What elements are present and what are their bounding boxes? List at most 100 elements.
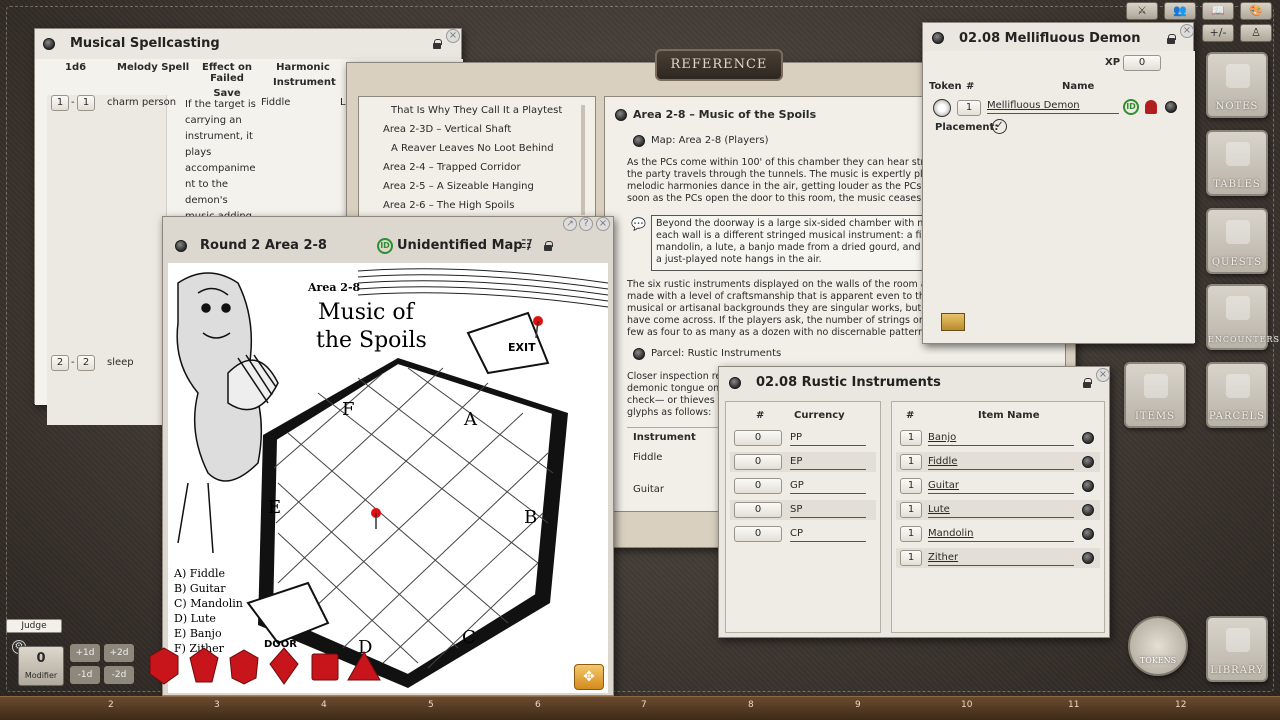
toc-item[interactable]: A Reaver Leaves No Loot Behind [391,143,554,154]
xp-field[interactable]: 0 [1123,55,1161,71]
map-link[interactable]: Map: Area 2-8 (Players) [651,135,769,146]
currency-code[interactable]: EP [790,456,866,470]
d12-icon [230,650,258,684]
lock-icon[interactable] [433,39,441,49]
item-count-field[interactable]: 1 [900,526,922,542]
hotkey-bar[interactable]: 2 3 4 5 6 7 8 9 10 11 12 [0,696,1280,720]
wall-label: E [268,497,281,518]
window-menu-icon[interactable] [175,240,187,252]
add-die-button[interactable]: +1d [70,644,100,662]
parcel-link[interactable]: Parcel: Rustic Instruments [651,348,781,359]
help-icon[interactable]: ? [579,217,593,231]
toc-item[interactable]: Area 2-6 – The High Spoils [383,200,514,211]
modifier-toggle-button[interactable]: +/- [1202,24,1234,42]
item-name-link[interactable]: Banjo [928,432,1074,446]
currency-amount-field[interactable]: 0 [734,478,782,494]
item-link-icon[interactable] [1082,456,1094,468]
currency-code[interactable]: PP [790,432,866,446]
item-link-icon[interactable] [1082,480,1094,492]
sidebar-library[interactable]: LIBRARY [1206,616,1268,682]
tool-book-icon[interactable]: 📖 [1202,2,1234,20]
map-canvas[interactable]: Area 2-8 Music of the Spoils EXIT F A [168,263,608,693]
parcel-link-icon[interactable] [633,348,645,360]
sidebar-tables[interactable]: TABLES [1206,130,1268,196]
toc-item[interactable]: Area 2-4 – Trapped Corridor [383,162,521,173]
map-zoom-icon[interactable]: ✥ [574,664,604,690]
item-count-field[interactable]: 1 [900,502,922,518]
item-name-link[interactable]: Guitar [928,480,1074,494]
range-to[interactable]: 1 [77,95,95,111]
sidebar-items[interactable]: ITEMS [1124,362,1186,428]
toc-item[interactable]: Area 2-3D – Vertical Shaft [383,124,511,135]
sidebar-encounters[interactable]: ENCOUNTERS [1206,284,1268,350]
lock-icon[interactable] [544,241,552,251]
range-from[interactable]: 1 [51,95,69,111]
close-icon[interactable]: × [1096,368,1110,382]
remove-two-dice-button[interactable]: -2d [104,666,134,684]
toc-item[interactable]: Area 2-5 – A Sizeable Hanging [383,181,534,192]
item-name-link[interactable]: Mandolin [928,528,1074,542]
item-count-field[interactable]: 1 [900,478,922,494]
toc-item[interactable]: That Is Why They Call It a Playtest [391,105,562,116]
currency-code[interactable]: CP [790,528,866,542]
modifier-box[interactable]: 0 Modifier [18,646,64,686]
tokens-button[interactable]: TOKENS [1128,616,1188,676]
window-menu-icon[interactable] [43,38,55,50]
item-count-field[interactable]: 1 [900,454,922,470]
sidebar-parcels[interactable]: PARCELS [1206,362,1268,428]
map-tools-icon[interactable]: ☷ [521,237,532,251]
tool-combat-icon[interactable]: ⚔ [1126,2,1158,20]
currency-code[interactable]: GP [790,480,866,494]
lock-icon[interactable] [1083,378,1091,388]
envelope-icon[interactable] [941,313,965,331]
placement-check-icon[interactable]: ✓ [992,119,1007,134]
currency-amount-field[interactable]: 0 [734,502,782,518]
item-count-field[interactable]: 1 [900,550,922,566]
item-link-icon[interactable] [1082,432,1094,444]
currency-amount-field[interactable]: 0 [734,454,782,470]
speech-icon[interactable]: 💬 [631,217,646,231]
currency-amount-field[interactable]: 0 [734,526,782,542]
map-name[interactable]: Unidentified Map / [397,238,532,253]
item-name-link[interactable]: Zither [928,552,1074,566]
range-from[interactable]: 2 [51,355,69,371]
item-name-link[interactable]: Lute [928,504,1074,518]
close-icon[interactable]: × [446,29,460,43]
faction-icon[interactable] [1145,100,1157,114]
tool-color-icon[interactable]: 🎨 [1240,2,1272,20]
add-two-dice-button[interactable]: +2d [104,644,134,662]
npc-link-icon[interactable] [1165,101,1177,113]
map-heading: Music of [318,300,416,325]
token-icon[interactable] [933,99,951,117]
remove-die-button[interactable]: -1d [70,666,100,684]
close-icon[interactable]: × [596,217,610,231]
item-count-field[interactable]: 1 [900,430,922,446]
identity-label[interactable]: Judge [6,619,62,633]
npc-name-field[interactable]: Mellifluous Demon [987,100,1119,114]
resize-icon[interactable]: ↗ [563,217,577,231]
currency-code[interactable]: SP [790,504,866,518]
identified-icon[interactable]: ID [377,238,393,254]
character-icon[interactable]: ♙ [1240,24,1272,42]
lock-icon[interactable] [1167,34,1175,44]
map-image: Area 2-8 Music of the Spoils EXIT F A [168,263,608,693]
sidebar-notes[interactable]: NOTES [1206,52,1268,118]
item-link-icon[interactable] [1082,504,1094,516]
item-name-link[interactable]: Fiddle [928,456,1074,470]
story-menu-icon[interactable] [615,109,627,121]
map-link-icon[interactable] [633,135,645,147]
item-link-icon[interactable] [1082,528,1094,540]
count-field[interactable]: 1 [957,100,981,116]
item-link-icon[interactable] [1082,552,1094,564]
item-count-label: # [906,410,914,421]
close-icon[interactable]: × [1180,24,1194,38]
currency-amount-field[interactable]: 0 [734,430,782,446]
window-menu-icon[interactable] [729,377,741,389]
sidebar-quests[interactable]: QUESTS [1206,208,1268,274]
identified-icon[interactable]: ID [1123,99,1139,115]
tool-party-icon[interactable]: 👥 [1164,2,1196,20]
items-icon [1144,374,1168,398]
range-to[interactable]: 2 [77,355,95,371]
scrollbar[interactable] [581,105,585,215]
window-menu-icon[interactable] [932,32,944,44]
